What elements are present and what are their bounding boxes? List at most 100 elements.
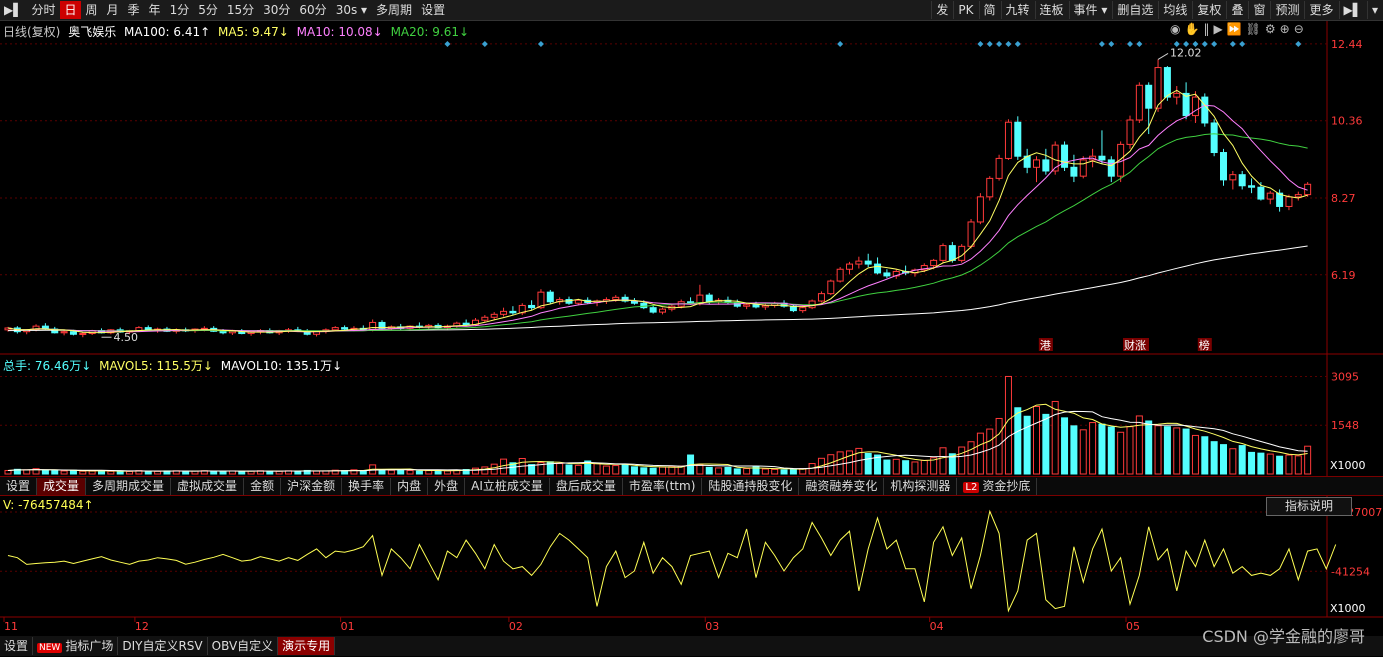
bottom-tab-0[interactable]: 设置 [0,637,34,655]
candle [1248,178,1256,194]
price-tick-label: 10.36 [1331,115,1363,128]
volume-bar [238,470,246,475]
indicator-tab-label: 盘后成交量 [555,478,616,493]
indicator-tab-5[interactable]: 沪深金额 [281,477,343,495]
volume-bar [864,452,872,475]
volume-bar [659,466,666,475]
candle-body [331,327,339,331]
eye-icon[interactable]: ◉ [1170,22,1180,36]
volume-bar [1266,453,1274,475]
event-tag: 港 [1040,339,1051,352]
candle-body [930,259,938,267]
candle-body [827,280,835,295]
indicator-tab-label: 内盘 [397,478,422,493]
indicator-tab-15[interactable]: L2 资金抄底 [957,477,1038,495]
volume-tick-label: 1548 [1331,419,1359,432]
indicator-tab-13[interactable]: 融资融券变化 [799,477,885,495]
volume-bar [976,432,984,475]
candle [1023,148,1031,174]
volume-bar [649,467,657,475]
candle-body [799,307,807,312]
settings-icon[interactable]: ⚙ [1265,22,1276,36]
volume-bar [1276,455,1284,475]
play-icon[interactable]: ▶ [1213,22,1222,36]
indicator-tab-1[interactable]: 成交量 [37,477,87,495]
candle [864,253,872,268]
volume-bar [696,464,704,475]
date-tick-label: 03 [705,620,719,633]
volume-bar [1107,426,1115,475]
pause-icon[interactable]: ‖ [1203,22,1209,36]
candle [1238,170,1246,190]
event-diamond [537,41,544,47]
bottom-tab-1[interactable]: NEW 指标广场 [33,637,119,655]
candle-body [462,322,470,326]
volume-bar [1023,415,1031,475]
candle-body [228,330,236,334]
indicator-tab-0[interactable]: 设置 [0,477,38,495]
date-tick-label: 11 [4,620,18,633]
candle-body [836,268,844,282]
candle-body [1135,84,1143,121]
candle [1229,170,1237,190]
forward-icon[interactable]: ⏩ [1227,22,1242,36]
hand-icon[interactable]: ✋ [1184,22,1199,36]
volume-bar [1042,413,1050,475]
zoom-in-icon[interactable]: ⊕ [1280,22,1290,36]
volume-bar [79,470,87,475]
event-diamond [1136,41,1143,47]
indicator-tab-label: 市盈率(ttm) [628,478,696,493]
price-tick-label: 12.44 [1331,38,1363,51]
candle-body [1098,155,1106,161]
volume-bar [425,470,433,475]
volume-bar [1089,422,1097,475]
candle-body [1163,67,1171,98]
candle-body [481,316,489,321]
candle [1004,119,1012,160]
volume-bar [789,468,797,475]
kline-chart[interactable]: 12.4410.368.276.1930951548X1000+227007-4… [0,0,1383,636]
indicator-tab-14[interactable]: 机构探测器 [884,477,958,495]
candle [939,243,947,263]
bottom-tab-3[interactable]: OBV自定义 [208,637,279,655]
bottom-tab-2[interactable]: DIY自定义RSV [118,637,208,655]
indicator-tab-11[interactable]: 市盈率(ttm) [623,477,703,495]
indicator-tab-12[interactable]: 陆股通持股变化 [702,477,800,495]
volume-bar [1294,455,1302,475]
candle [1061,141,1069,171]
indicator-help-button[interactable]: 指标说明 [1266,497,1352,516]
bottom-tab-4[interactable]: 演示专用 [278,637,336,655]
candle [500,307,508,317]
price-tick-label: 6.19 [1331,269,1356,282]
volume-bar [126,470,134,475]
volume-bar [743,468,751,475]
volume-bar [986,428,994,475]
watermark: CSDN @学金融的廖哥 [1202,627,1365,646]
volume-bar [1079,429,1087,475]
event-diamond [837,41,844,47]
link-icon[interactable]: ⛓ [1246,22,1261,36]
indicator-tab-10[interactable]: 盘后成交量 [550,477,623,495]
indicator-tab-8[interactable]: 外盘 [428,477,466,495]
pane-frames: 12.4410.368.276.1930951548X1000+227007-4… [0,21,1383,633]
indicator-tab-9[interactable]: AI立桩成交量 [465,477,550,495]
candle-body [1238,174,1246,187]
indicator-tab-7[interactable]: 内盘 [391,477,429,495]
volume-bar [771,468,779,475]
volume-bar [1210,441,1218,475]
indicator-tab-2[interactable]: 多周期成交量 [86,477,172,495]
volume-bar [715,467,723,475]
volume-bar [1154,425,1162,475]
indicator-tab-3[interactable]: 虚拟成交量 [171,477,245,495]
candle-body [60,331,68,334]
indicator-tab-6[interactable]: 换手率 [342,477,392,495]
indicator-tab-label: 资金抄底 [982,478,1031,493]
candle [855,256,863,269]
event-diamond [1211,41,1218,47]
volume-bar [1145,420,1153,475]
zoom-out-icon[interactable]: ⊖ [1294,22,1304,36]
volume-bar [41,469,49,475]
indicator-tab-4[interactable]: 金额 [244,477,282,495]
volume-bar [1248,451,1256,475]
volume-bar [1201,436,1209,475]
